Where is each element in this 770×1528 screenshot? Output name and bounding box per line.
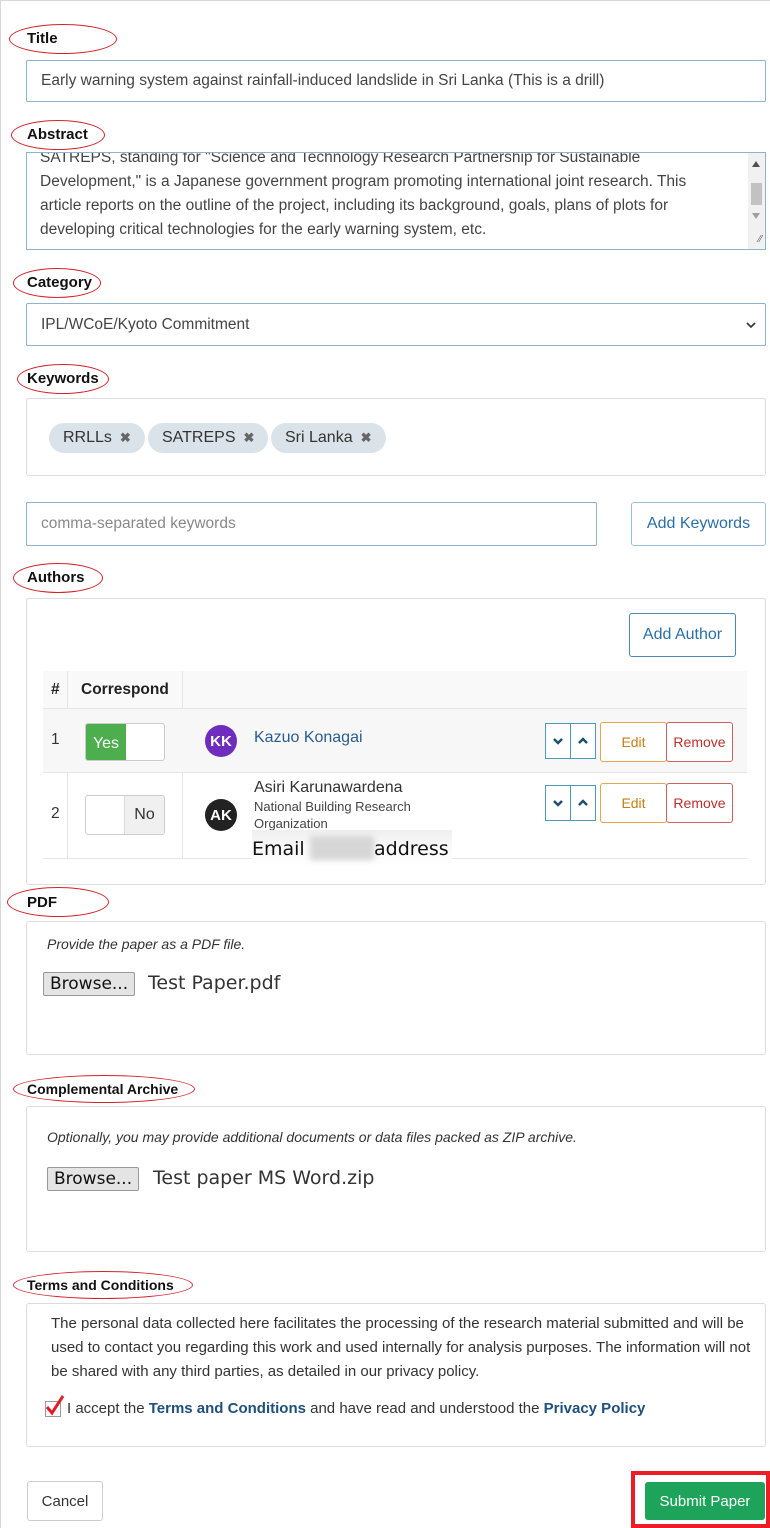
email-label-word: Email: [252, 838, 305, 860]
archive-label: Complemental Archive: [13, 1075, 195, 1103]
terms-text: The personal data collected here facilit…: [51, 1315, 751, 1380]
title-input[interactable]: Early warning system against rainfall-in…: [26, 60, 766, 102]
archive-hint: Optionally, you may provide additional d…: [47, 1129, 577, 1145]
move-up-button[interactable]: [570, 785, 596, 821]
scroll-up-icon[interactable]: [752, 161, 760, 167]
edit-author-button[interactable]: Edit: [600, 722, 667, 762]
keyword-input[interactable]: comma-separated keywords: [26, 502, 597, 546]
author-name[interactable]: Asiri Karunawardena: [254, 779, 403, 797]
keywords-panel: RRLLs ✖ SATREPS ✖ Sri Lanka ✖: [26, 398, 766, 476]
scroll-thumb[interactable]: [751, 183, 762, 205]
move-down-button[interactable]: [545, 785, 571, 821]
pdf-browse-button[interactable]: Browse...: [43, 972, 136, 996]
chevron-down-icon: [553, 738, 563, 745]
remove-keyword-icon[interactable]: ✖: [244, 430, 255, 446]
privacy-policy-link[interactable]: Privacy Policy: [544, 1400, 646, 1417]
cancel-button[interactable]: Cancel: [27, 1481, 103, 1521]
avatar: KK: [205, 725, 237, 757]
abstract-scrollbar[interactable]: ⁄⁄: [748, 153, 765, 249]
authors-label: Authors: [13, 563, 103, 593]
title-label: Title: [9, 24, 117, 54]
email-label-word: address: [374, 838, 449, 860]
table-row: 1 Yes KK Kazuo Konagai Edit Remove: [43, 709, 747, 773]
terms-label: Terms and Conditions: [13, 1271, 193, 1299]
abstract-line: developing critical technologies for the…: [40, 221, 487, 238]
scroll-down-icon[interactable]: [752, 213, 760, 219]
move-up-button[interactable]: [570, 723, 596, 759]
checkmark-icon: [45, 1394, 65, 1416]
author-index: 2: [51, 805, 60, 822]
pdf-panel: Provide the paper as a PDF file. Browse.…: [26, 921, 766, 1055]
submit-paper-button[interactable]: Submit Paper: [645, 1482, 765, 1520]
add-author-button[interactable]: Add Author: [629, 613, 736, 657]
archive-panel: Optionally, you may provide additional d…: [26, 1106, 766, 1252]
correspond-toggle[interactable]: Yes: [85, 723, 165, 761]
correspond-toggle[interactable]: No: [85, 795, 165, 835]
chevron-up-icon: [578, 737, 588, 744]
chevron-up-icon: [578, 799, 588, 806]
chevron-down-icon: [553, 800, 563, 807]
submit-highlight: Submit Paper: [631, 1471, 770, 1528]
remove-keyword-icon[interactable]: ✖: [361, 430, 372, 446]
archive-browse-button[interactable]: Browse...: [47, 1167, 140, 1191]
avatar: AK: [205, 799, 237, 831]
pdf-filename: Test Paper.pdf: [148, 972, 281, 994]
category-label: Category: [13, 268, 101, 298]
chevron-down-icon: [746, 321, 756, 328]
remove-author-button[interactable]: Remove: [666, 722, 733, 762]
annotation-oval: [9, 24, 117, 54]
abstract-line: SATREPS, standing for "Science and Techn…: [40, 152, 641, 166]
add-keywords-button[interactable]: Add Keywords: [631, 502, 766, 546]
author-affiliation: National Building Research: [254, 799, 411, 814]
move-down-button[interactable]: [545, 723, 571, 759]
resize-grip-icon[interactable]: ⁄⁄: [759, 234, 762, 245]
abstract-line: article reports on the outline of the pr…: [40, 197, 669, 214]
accept-checkbox[interactable]: [45, 1394, 65, 1417]
toggle-no: No: [124, 796, 164, 834]
toggle-yes: Yes: [86, 724, 126, 760]
terms-panel: The personal data collected here facilit…: [26, 1303, 766, 1447]
keyword-chip: RRLLs ✖: [49, 423, 145, 453]
edit-author-button[interactable]: Edit: [600, 783, 667, 823]
accept-terms-row: I accept the Terms and Conditions and ha…: [45, 1394, 646, 1417]
author-name[interactable]: Kazuo Konagai: [254, 729, 363, 747]
col-num-header: #: [51, 681, 60, 698]
category-select[interactable]: IPL/WCoE/Kyoto Commitment: [26, 303, 766, 346]
abstract-textarea[interactable]: SATREPS, standing for "Science and Techn…: [26, 152, 766, 250]
keywords-label: Keywords: [17, 364, 109, 394]
col-correspond-header: Correspond: [81, 681, 169, 698]
abstract-label: Abstract: [11, 120, 105, 150]
annotation-oval: [7, 887, 109, 917]
abstract-line: Development," is a Japanese government p…: [40, 173, 687, 190]
author-index: 1: [51, 731, 60, 748]
archive-filename: Test paper MS Word.zip: [153, 1167, 375, 1189]
remove-keyword-icon[interactable]: ✖: [120, 430, 131, 446]
keyword-chip: SATREPS ✖: [148, 423, 269, 453]
authors-table-header: # Correspond: [43, 671, 747, 709]
pdf-label: PDF: [7, 887, 109, 917]
keyword-chip: Sri Lanka ✖: [271, 423, 386, 453]
email-address-overlay: Email address: [252, 830, 452, 866]
terms-link[interactable]: Terms and Conditions: [149, 1400, 306, 1417]
remove-author-button[interactable]: Remove: [666, 783, 733, 823]
pdf-hint: Provide the paper as a PDF file.: [47, 936, 246, 952]
